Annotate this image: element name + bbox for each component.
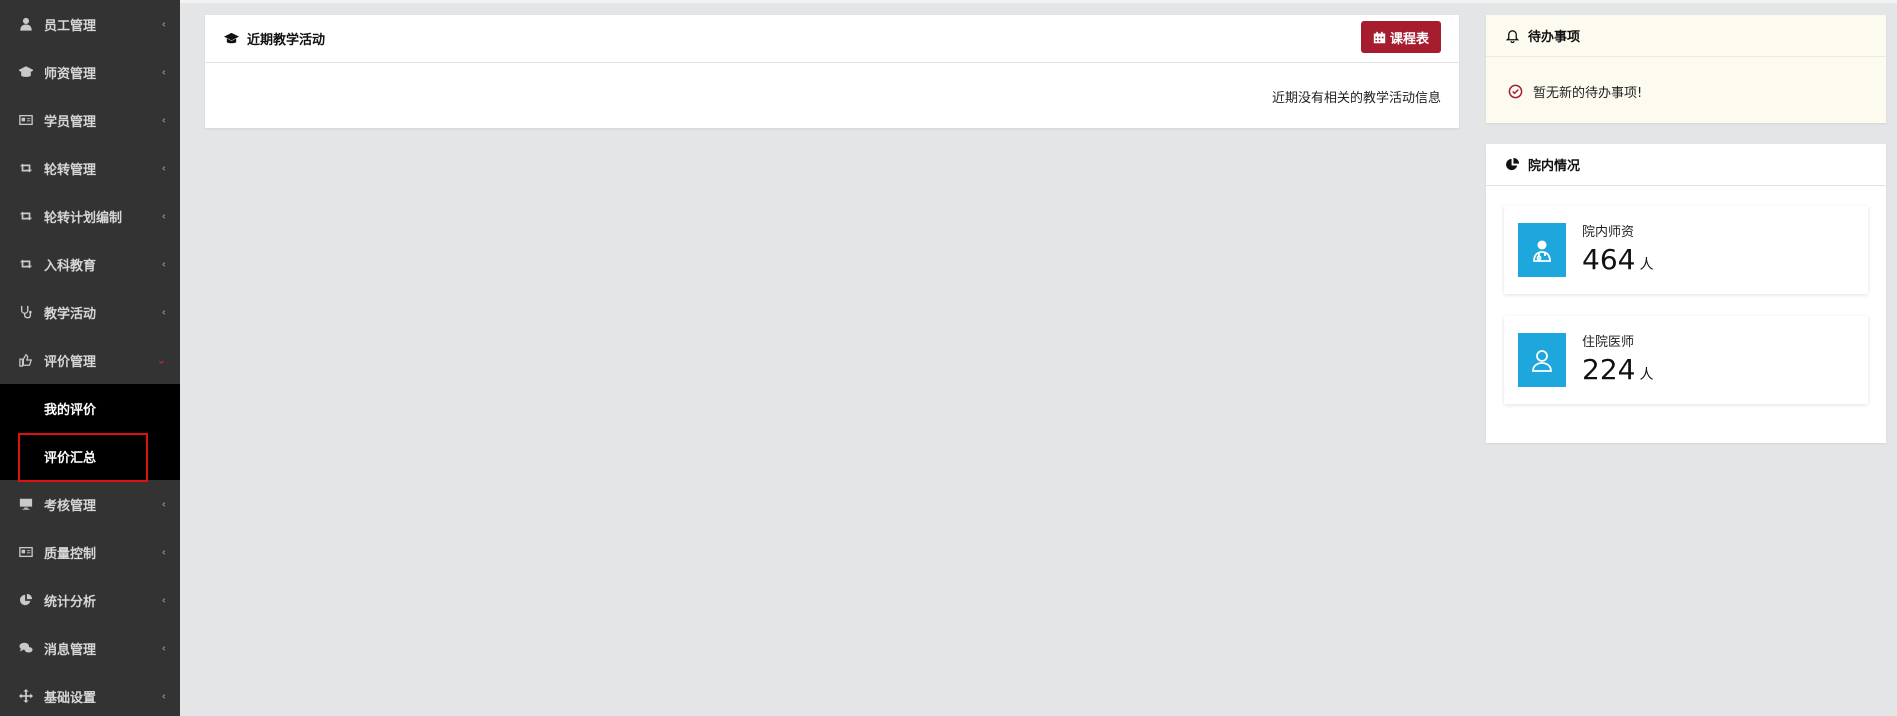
- sidebar-item-faculty[interactable]: 师资管理 ‹: [0, 48, 180, 96]
- chevron-left-icon: ‹: [161, 497, 166, 511]
- calendar-icon: [1373, 31, 1386, 43]
- todo-panel: 待办事项 暂无新的待办事项!: [1486, 15, 1886, 123]
- panel-header: 待办事项: [1486, 15, 1886, 57]
- panel-title: 待办事项: [1528, 30, 1581, 45]
- chevron-left-icon: ‹: [161, 545, 166, 559]
- chevron-left-icon: ‹: [161, 641, 166, 655]
- submenu-item-evaluation-summary[interactable]: 评价汇总: [0, 432, 180, 482]
- chevron-left-icon: ‹: [161, 257, 166, 271]
- retweet-icon: [18, 160, 34, 176]
- sidebar-item-orientation[interactable]: 入科教育 ‹: [0, 240, 180, 288]
- chevron-left-icon: ‹: [161, 593, 166, 607]
- doctor-icon: [1518, 223, 1566, 277]
- evaluation-submenu: 我的评价 评价汇总: [0, 384, 180, 482]
- check-circle-icon: [1508, 84, 1523, 99]
- id-card-icon: [18, 112, 34, 128]
- sidebar-item-staff[interactable]: 员工管理 ‹: [0, 0, 180, 48]
- chevron-left-icon: ‹: [161, 689, 166, 703]
- sidebar-item-label: 基础设置: [44, 690, 97, 706]
- sidebar-item-label: 师资管理: [44, 66, 97, 82]
- stat-count: 224: [1582, 353, 1636, 386]
- bell-icon: [1504, 28, 1520, 44]
- sidebar-item-trainees[interactable]: 学员管理 ‹: [0, 96, 180, 144]
- sidebar-item-label: 消息管理: [44, 642, 97, 658]
- stat-label: 住院医师: [1582, 335, 1635, 350]
- stat-count: 464: [1582, 243, 1636, 276]
- sidebar-item-basic-settings[interactable]: 基础设置 ‹: [0, 672, 180, 716]
- retweet-icon: [18, 256, 34, 272]
- sidebar-item-rotation-plan[interactable]: 轮转计划编制 ‹: [0, 192, 180, 240]
- stethoscope-icon: [18, 304, 34, 320]
- user-outline-icon: [1518, 333, 1566, 387]
- user-icon: [18, 16, 34, 32]
- chevron-left-icon: ‹: [161, 209, 166, 223]
- chevron-left-icon: ‹: [161, 305, 166, 319]
- sidebar: 员工管理 ‹ 师资管理 ‹ 学员管理 ‹ 轮转管理 ‹ 轮转计划编制 ‹ 入科教…: [0, 0, 180, 716]
- sidebar-item-label: 考核管理: [44, 498, 97, 514]
- chevron-left-icon: ‹: [161, 65, 166, 79]
- chevron-down-icon: ⌄: [156, 353, 166, 367]
- sidebar-item-label: 评价管理: [44, 354, 97, 370]
- pie-chart-icon: [18, 592, 34, 608]
- recent-teaching-activities-panel: 近期教学活动 课程表 近期没有相关的教学活动信息: [205, 15, 1459, 128]
- comments-icon: [18, 640, 34, 656]
- sidebar-item-evaluation[interactable]: 评价管理 ⌄: [0, 336, 180, 384]
- sidebar-item-label: 轮转管理: [44, 162, 97, 178]
- schedule-button[interactable]: 课程表: [1360, 21, 1441, 53]
- chevron-left-icon: ‹: [161, 161, 166, 175]
- sidebar-item-label: 轮转计划编制: [44, 210, 123, 226]
- thumbs-up-icon: [18, 352, 34, 368]
- sidebar-item-teaching-activities[interactable]: 教学活动 ‹: [0, 288, 180, 336]
- schedule-button-label: 课程表: [1389, 31, 1429, 47]
- sidebar-item-rotation[interactable]: 轮转管理 ‹: [0, 144, 180, 192]
- sidebar-item-messages[interactable]: 消息管理 ‹: [0, 624, 180, 672]
- hospital-overview-panel: 院内情况 院内师资 464 人 住院医师 224 人: [1486, 144, 1886, 443]
- panel-header: 院内情况: [1486, 144, 1886, 186]
- sidebar-item-label: 学员管理: [44, 114, 97, 130]
- top-stripe: [180, 0, 1897, 3]
- arrows-icon: [18, 688, 34, 704]
- panel-title: 院内情况: [1528, 159, 1581, 174]
- stat-card-teachers: 院内师资 464 人: [1504, 206, 1868, 294]
- graduation-cap-icon: [223, 31, 239, 47]
- id-card-icon: [18, 544, 34, 560]
- sidebar-item-label: 入科教育: [44, 258, 97, 274]
- panel-title: 近期教学活动: [247, 33, 326, 48]
- stat-label: 院内师资: [1582, 225, 1635, 240]
- empty-state-text: 近期没有相关的教学活动信息: [1271, 91, 1441, 106]
- stat-value: 464 人: [1582, 243, 1653, 276]
- todo-message-text: 暂无新的待办事项!: [1533, 86, 1643, 101]
- sidebar-item-label: 教学活动: [44, 306, 97, 322]
- pie-chart-icon: [1504, 157, 1520, 173]
- graduation-cap-icon: [18, 64, 34, 80]
- stat-unit: 人: [1639, 257, 1654, 273]
- sidebar-item-label: 质量控制: [44, 546, 97, 562]
- retweet-icon: [18, 208, 34, 224]
- monitor-icon: [18, 496, 34, 512]
- sidebar-item-label: 统计分析: [44, 594, 97, 610]
- chevron-left-icon: ‹: [161, 113, 166, 127]
- sidebar-item-statistics[interactable]: 统计分析 ‹: [0, 576, 180, 624]
- sidebar-item-label: 员工管理: [44, 18, 97, 34]
- stat-value: 224 人: [1582, 353, 1653, 386]
- stat-card-residents: 住院医师 224 人: [1504, 316, 1868, 404]
- sidebar-item-quality-control[interactable]: 质量控制 ‹: [0, 528, 180, 576]
- sidebar-item-assessment[interactable]: 考核管理 ‹: [0, 480, 180, 528]
- todo-message: 暂无新的待办事项!: [1508, 82, 1642, 101]
- chevron-left-icon: ‹: [161, 17, 166, 31]
- stat-unit: 人: [1639, 367, 1654, 383]
- panel-header: 近期教学活动 课程表: [205, 15, 1459, 63]
- submenu-item-my-evaluation[interactable]: 我的评价: [0, 384, 180, 432]
